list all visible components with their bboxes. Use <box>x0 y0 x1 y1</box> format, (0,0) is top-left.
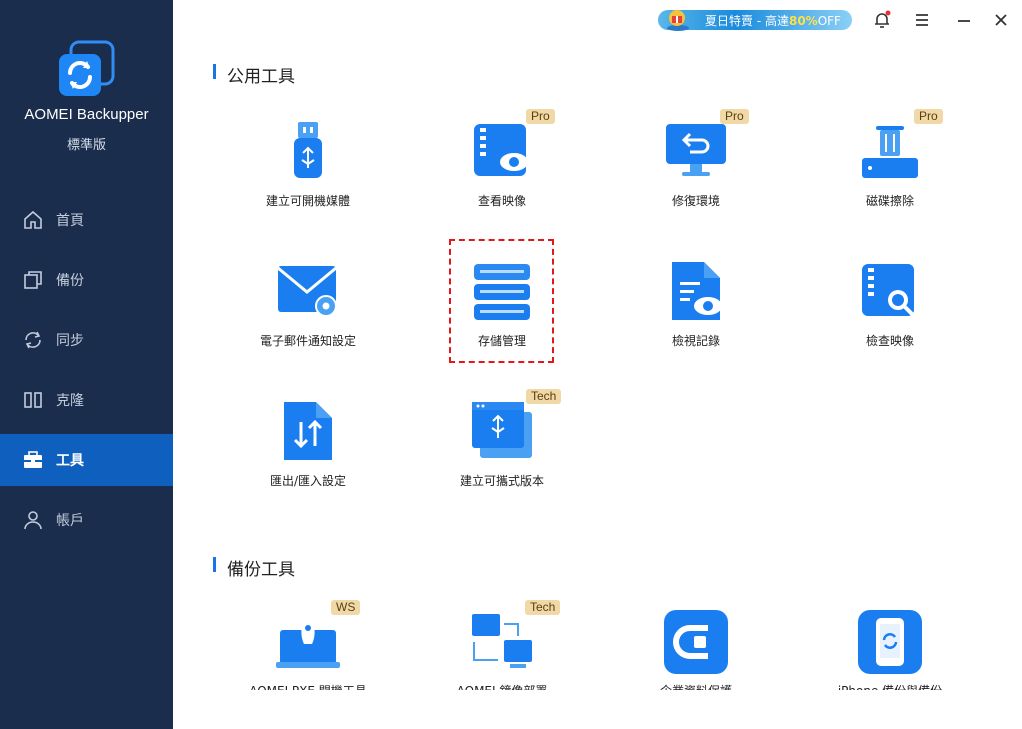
section-title-backup: 備份工具 <box>213 555 295 580</box>
tool-pxe-boot[interactable]: WS AOMEI PXE 開機工具 <box>238 600 378 690</box>
portable-version-icon <box>472 402 532 458</box>
app-name: AOMEI Backupper <box>24 106 149 123</box>
tech-badge: Tech <box>526 389 562 404</box>
tool-iphone-backup[interactable]: iPhone 備份與備份 <box>820 610 960 690</box>
tool-check-image[interactable]: 檢查映像 <box>820 260 960 380</box>
close-icon <box>995 14 1007 26</box>
tech-badge: Tech <box>525 600 561 615</box>
toolbox-icon <box>24 451 42 468</box>
sync-icon <box>25 331 41 349</box>
check-image-icon <box>862 264 916 318</box>
home-icon <box>24 210 42 229</box>
export-import-icon <box>284 402 332 460</box>
tool-label: 查看映像 <box>477 194 526 208</box>
tool-label: 企業資料保護 <box>626 682 766 690</box>
email-settings-icon <box>277 266 337 317</box>
pro-badge: Pro <box>526 109 555 124</box>
user-icon <box>24 511 42 530</box>
tool-recovery-environment[interactable]: Pro 修復環境 <box>626 109 766 240</box>
tool-disk-wipe[interactable]: Pro 磁碟擦除 <box>820 109 960 240</box>
tool-label: AOMEI PXE 開機工具 <box>238 682 378 690</box>
backup-icon <box>24 271 42 289</box>
tool-label: 修復環境 <box>671 194 720 208</box>
minimize-button[interactable] <box>951 7 977 33</box>
pro-badge: Pro <box>914 109 943 124</box>
tool-create-portable-version[interactable]: Tech 建立可攜式版本 <box>432 389 572 520</box>
nav-label-home: 首頁 <box>56 213 84 229</box>
promo-text: 夏日特賣 - 高達80%OFF <box>705 14 841 28</box>
image-deploy-icon <box>472 614 532 668</box>
nav-label-account: 帳戶 <box>56 513 84 529</box>
sidebar: AOMEI Backupper 標準版 首頁 備份 同步 克隆 工具 帳戶 <box>0 0 173 729</box>
view-image-icon <box>474 124 528 176</box>
cyber-backup-icon <box>664 610 728 674</box>
selection-highlight <box>449 239 554 363</box>
tool-label: 建立可攜式版本 <box>459 474 544 488</box>
menu-icon <box>916 14 928 26</box>
pxe-boot-icon <box>276 614 340 668</box>
clone-icon <box>24 392 42 408</box>
menu-button[interactable] <box>909 7 935 33</box>
pro-badge: Pro <box>720 109 749 124</box>
nav-label-backup: 備份 <box>56 273 84 289</box>
tool-label: iPhone 備份與備份 <box>820 682 960 690</box>
nav-label-sync: 同步 <box>56 333 84 349</box>
tool-label: 電子郵件通知設定 <box>259 334 356 348</box>
recovery-env-icon <box>666 124 726 176</box>
section-title-common: 公用工具 <box>213 62 295 87</box>
tool-label: 檢查映像 <box>865 334 914 348</box>
nav-item-tools[interactable]: 工具 <box>0 434 173 486</box>
notification-button[interactable] <box>869 7 895 33</box>
app-logo <box>57 40 115 98</box>
tool-create-bootable-media[interactable]: 建立可開機媒體 <box>238 120 378 240</box>
tool-view-logs[interactable]: 檢視記錄 <box>626 260 766 380</box>
tool-view-image[interactable]: Pro 查看映像 <box>432 109 572 240</box>
promo-banner[interactable]: 夏日特賣 - 高達80%OFF <box>658 10 852 31</box>
nav-item-backup[interactable]: 備份 <box>0 254 173 306</box>
ws-badge: WS <box>331 600 361 615</box>
nav-item-account[interactable]: 帳戶 <box>0 494 173 546</box>
disk-wipe-icon <box>862 126 918 178</box>
bell-icon <box>875 10 891 28</box>
nav-item-sync[interactable]: 同步 <box>0 314 173 366</box>
tool-label: AOMEI 鏡像部署 <box>432 682 572 690</box>
nav-item-home[interactable]: 首頁 <box>0 194 173 246</box>
tool-label: 檢視記錄 <box>671 334 720 348</box>
nav-label-tools: 工具 <box>56 453 84 469</box>
gift-icon <box>667 10 689 31</box>
tool-export-import-settings[interactable]: 匯出/匯入設定 <box>238 400 378 520</box>
close-button[interactable] <box>988 7 1014 33</box>
backup-tools-row: WS AOMEI PXE 開機工具 Tech AOMEI 鏡像部署 企業資料保護 <box>173 600 1022 690</box>
minimize-icon <box>958 20 970 22</box>
tool-email-notification-settings[interactable]: 電子郵件通知設定 <box>238 260 378 380</box>
tool-label: 磁碟擦除 <box>865 194 914 208</box>
section-bar <box>213 557 216 572</box>
nav-item-clone[interactable]: 克隆 <box>0 374 173 426</box>
tool-image-deploy[interactable]: Tech AOMEI 鏡像部署 <box>432 600 572 690</box>
view-logs-icon <box>672 262 722 320</box>
tool-cyber-backup[interactable]: 企業資料保護 <box>626 610 766 690</box>
usb-drive-icon <box>294 122 322 178</box>
tool-label: 建立可開機媒體 <box>265 194 350 208</box>
app-edition: 標準版 <box>66 138 106 153</box>
iphone-backup-icon <box>858 610 922 674</box>
nav-label-clone: 克隆 <box>56 393 84 409</box>
section-bar <box>213 64 216 79</box>
tool-label: 匯出/匯入設定 <box>269 474 347 488</box>
